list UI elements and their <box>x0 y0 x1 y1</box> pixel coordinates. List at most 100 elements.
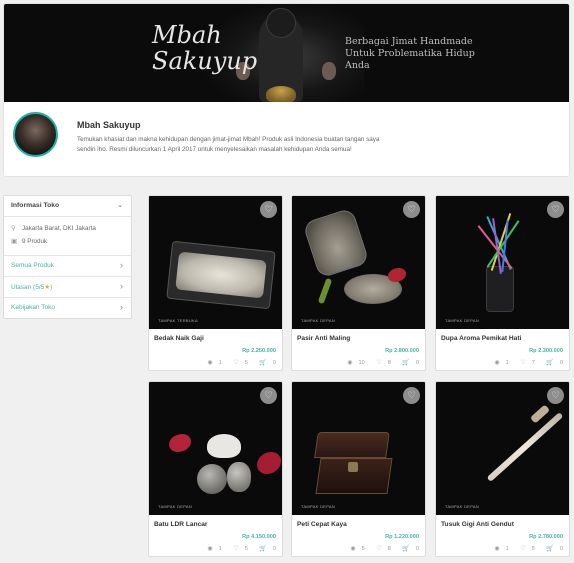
product-card[interactable]: ♡ TAMPAK DEPAN Dupa Aroma Pemikat Hati R… <box>435 195 570 371</box>
cart-icon: 🛒 <box>402 360 410 366</box>
cart-count: 0 <box>559 546 563 552</box>
product-stats: ◉ 1 ♡ 7 🛒 0 <box>484 359 563 366</box>
product-name[interactable]: Tusuk Gigi Anti Gendut <box>441 521 514 528</box>
like-count: 5 <box>244 360 248 366</box>
image-watermark: TAMPAK DEPAN <box>301 318 336 323</box>
sidebar-link-all-products[interactable]: Semua Produk › <box>4 255 131 276</box>
product-image[interactable]: ♡ TAMPAK DEPAN <box>149 382 282 515</box>
banner-title-line1: Mbah <box>152 21 222 49</box>
product-image[interactable]: ♡ TAMPAK DEPAN <box>292 196 425 329</box>
banner-hand-right <box>322 62 336 80</box>
reviews-label-suffix: ) <box>50 284 53 291</box>
product-illustration <box>486 411 564 483</box>
product-image[interactable]: ♡ TAMPAK DEPAN <box>436 196 569 329</box>
image-watermark: TAMPAK DEPAN <box>445 504 480 509</box>
product-stats: ◉ 5 ♡ 8 🛒 0 <box>340 545 419 552</box>
product-name[interactable]: Bedak Naik Gaji <box>154 335 204 342</box>
chevron-down-icon: ⌄ <box>117 202 123 209</box>
heart-icon[interactable]: ♡ <box>403 387 420 404</box>
product-price: Rp 1.220.000 <box>385 534 419 540</box>
cart-count: 0 <box>272 546 276 552</box>
heart-icon[interactable]: ♡ <box>403 201 420 218</box>
product-illustration <box>314 432 390 458</box>
reviews-label-text: Ulasan (5/5 <box>11 284 45 291</box>
heart-outline-icon: ♡ <box>520 546 526 552</box>
shop-banner: Mbah Sakuyup Berbagai Jimat Handmade Unt… <box>4 4 569 102</box>
location-pin-icon: ⚲ <box>11 225 16 232</box>
heart-outline-icon: ♡ <box>233 360 239 366</box>
product-name[interactable]: Peti Cepat Kaya <box>297 521 347 528</box>
shop-header-card: Mbah Sakuyup Berbagai Jimat Handmade Unt… <box>3 3 570 177</box>
product-price: Rp 2.800.000 <box>385 348 419 354</box>
product-illustration <box>197 464 227 494</box>
product-card[interactable]: ♡ TAMPAK TERBUKA Bedak Naik Gaji Rp 2.25… <box>148 195 283 371</box>
product-illustration <box>169 434 191 452</box>
shop-description: Temukan khasiat dan makna kehidupan deng… <box>77 136 380 153</box>
like-count: 8 <box>387 360 391 366</box>
cart-count: 0 <box>559 360 563 366</box>
product-card[interactable]: ♡ TAMPAK DEPAN Pasir Anti Maling Rp 2.80… <box>291 195 426 371</box>
image-watermark: TAMPAK DEPAN <box>301 504 336 509</box>
product-image[interactable]: ♡ TAMPAK TERBUKA <box>149 196 282 329</box>
chevron-right-icon: › <box>120 281 123 291</box>
heart-icon[interactable]: ♡ <box>260 387 277 404</box>
view-count: 1 <box>505 360 509 366</box>
product-price: Rp 2.250.000 <box>242 348 276 354</box>
view-count: 1 <box>505 546 509 552</box>
product-stats: ◉ 1 ♡ 5 🛒 0 <box>484 545 563 552</box>
like-count: 8 <box>387 546 391 552</box>
product-illustration <box>257 452 281 474</box>
product-price: Rp 2.300.000 <box>529 348 563 354</box>
heart-icon[interactable]: ♡ <box>260 201 277 218</box>
product-illustration <box>388 268 406 282</box>
heart-icon[interactable]: ♡ <box>547 387 564 404</box>
banner-title: Mbah Sakuyup <box>152 21 258 75</box>
sidebar-link-shop-policy[interactable]: Kebijakan Toko › <box>4 297 131 318</box>
shop-name: Mbah Sakuyup <box>77 120 141 130</box>
product-name[interactable]: Batu LDR Lancar <box>154 521 208 528</box>
shop-page: Mbah Sakuyup Berbagai Jimat Handmade Unt… <box>0 0 574 563</box>
product-card[interactable]: ♡ TAMPAK DEPAN Batu LDR Lancar Rp 4.150.… <box>148 381 283 557</box>
like-count: 7 <box>531 360 535 366</box>
shop-product-count-text: 9 Produk <box>22 238 48 245</box>
cart-count: 0 <box>272 360 276 366</box>
sidebar-link-label: Ulasan (5/5★) <box>11 283 52 291</box>
banner-title-line2: Sakuyup <box>152 47 258 75</box>
cart-count: 0 <box>415 360 419 366</box>
sidebar-link-reviews[interactable]: Ulasan (5/5★) › <box>4 276 131 297</box>
product-illustration <box>348 462 358 472</box>
cart-icon: 🛒 <box>546 546 554 552</box>
heart-icon[interactable]: ♡ <box>547 201 564 218</box>
shop-location: ⚲ Jakarta Barat, DKI Jakarta <box>11 224 96 232</box>
shop-info-toggle[interactable]: Informasi Toko ⌄ <box>4 196 131 217</box>
product-image[interactable]: ♡ TAMPAK DEPAN <box>436 382 569 515</box>
cart-count: 0 <box>415 546 419 552</box>
image-watermark: TAMPAK DEPAN <box>158 504 193 509</box>
chevron-right-icon: › <box>120 260 123 270</box>
product-name[interactable]: Pasir Anti Maling <box>297 335 350 342</box>
product-name[interactable]: Dupa Aroma Pemikat Hati <box>441 335 521 342</box>
heart-outline-icon: ♡ <box>520 360 526 366</box>
banner-tagline: Berbagai Jimat Handmade Untuk Problemati… <box>345 36 475 71</box>
shop-avatar[interactable] <box>13 112 58 157</box>
box-icon: ▣ <box>11 238 18 245</box>
like-count: 5 <box>244 546 248 552</box>
banner-figure-head <box>266 8 296 38</box>
eye-icon: ◉ <box>350 546 356 552</box>
eye-icon: ◉ <box>207 360 213 366</box>
image-watermark: TAMPAK TERBUKA <box>158 318 198 323</box>
product-image[interactable]: ♡ TAMPAK DEPAN <box>292 382 425 515</box>
product-stats: ◉ 10 ♡ 8 🛒 0 <box>337 359 419 366</box>
cart-icon: 🛒 <box>259 360 267 366</box>
eye-icon: ◉ <box>494 546 500 552</box>
cart-icon: 🛒 <box>546 360 554 366</box>
product-illustration <box>529 404 551 424</box>
product-illustration <box>302 207 370 279</box>
product-card[interactable]: ♡ TAMPAK DEPAN Peti Cepat Kaya Rp 1.220.… <box>291 381 426 557</box>
view-count: 1 <box>218 546 222 552</box>
product-stats: ◉ 1 ♡ 5 🛒 0 <box>197 359 276 366</box>
shop-location-text: Jakarta Barat, DKI Jakarta <box>22 225 96 232</box>
heart-outline-icon: ♡ <box>376 546 382 552</box>
heart-outline-icon: ♡ <box>233 546 239 552</box>
product-card[interactable]: ♡ TAMPAK DEPAN Tusuk Gigi Anti Gendut Rp… <box>435 381 570 557</box>
